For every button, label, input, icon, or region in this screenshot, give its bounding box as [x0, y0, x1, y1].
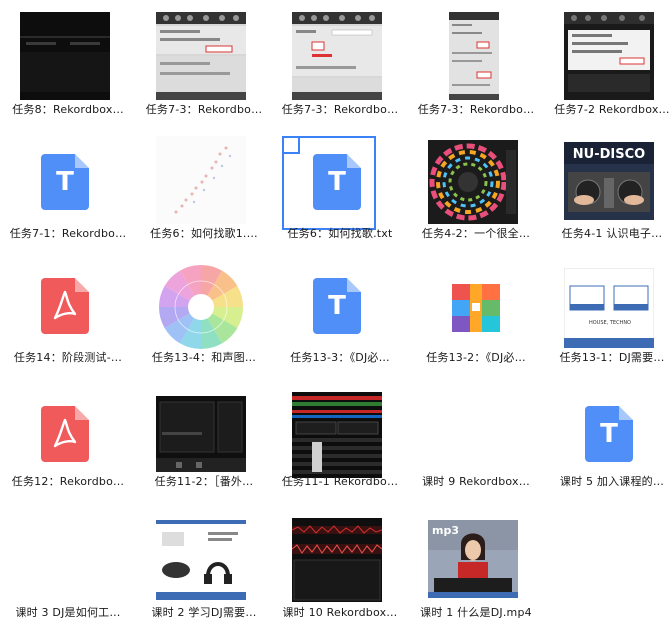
document-icon: T	[41, 154, 89, 210]
file-name: 课时 10 Rekordbox…	[282, 606, 398, 619]
file-name: 任务4-2：一个很全…	[421, 227, 531, 240]
file-grid: 任务8：Rekordbox… 任务7-3：Rekordbo… 任务7-3：Rek…	[0, 0, 669, 624]
file-name: 任务11-2：［番外…	[154, 475, 254, 488]
acrobat-icon	[53, 290, 77, 320]
archive-icon	[452, 284, 500, 332]
file-item[interactable]: 课时 3 DJ是如何工…	[0, 496, 136, 620]
file-thumbnail	[564, 12, 654, 100]
file-thumbnail	[156, 520, 246, 600]
thumbnail-image	[158, 264, 244, 350]
thumbnail-image	[428, 140, 518, 224]
file-item[interactable]: T 任务13-3：《DJ必…	[272, 248, 408, 372]
thumbnail-image: mp3	[428, 520, 518, 598]
file-name: 任务13-4：和声图…	[151, 351, 257, 364]
file-name: 任务4-1 认识电子…	[561, 227, 663, 240]
file-thumbnail	[156, 136, 246, 224]
file-name: 任务6：如何找歌1.…	[150, 227, 258, 240]
file-thumbnail	[156, 264, 246, 350]
file-name: 课时 1 什么是DJ.mp4	[420, 606, 532, 619]
file-item[interactable]: 任务7-3：Rekordbo…	[272, 0, 408, 124]
thumbnail-image	[156, 396, 246, 472]
thumbnail-image: HOUSE, TECHNO	[563, 267, 655, 349]
pdf-icon	[41, 406, 89, 462]
thumbnail-title: NU-DISCO	[573, 147, 645, 162]
file-item[interactable]: 课时 10 Rekordbox…	[272, 496, 408, 620]
file-name: 课时 3 DJ是如何工…	[15, 606, 121, 619]
file-thumbnail	[292, 392, 382, 478]
file-thumbnail	[291, 518, 383, 602]
file-name: 任务7-3：Rekordbo…	[281, 103, 399, 116]
file-item[interactable]: 任务13-2：《DJ必…	[408, 248, 544, 372]
pdf-icon	[41, 278, 89, 334]
file-thumbnail	[292, 12, 382, 100]
file-item[interactable]: 任务7-3：Rekordbo…	[136, 0, 272, 124]
file-name: 任务7-1：Rekordbo…	[9, 227, 127, 240]
file-item[interactable]: 任务13-4：和声图…	[136, 248, 272, 372]
file-item[interactable]: 任务7-3：Rekordbo…	[408, 0, 544, 124]
document-icon: T	[313, 278, 361, 334]
file-item[interactable]: 课时 2 学习DJ需要…	[136, 496, 272, 620]
file-thumbnail	[20, 12, 110, 100]
file-item[interactable]: 任务8：Rekordbox…	[0, 0, 136, 124]
thumbnail-image	[156, 12, 246, 100]
file-name: 课时 2 学习DJ需要…	[151, 606, 257, 619]
file-name: 任务14：阶段测试-…	[13, 351, 123, 364]
thumbnail-image	[292, 392, 382, 478]
file-name: 任务13-1：DJ需要…	[559, 351, 665, 364]
file-item[interactable]: NU-DISCO 任务4-1 认识电子…	[544, 124, 669, 248]
thumbnail-image	[564, 12, 654, 100]
file-name: 任务12：Rekordbo…	[11, 475, 125, 488]
file-name: 任务7-3：Rekordbo…	[417, 103, 535, 116]
thumbnail-image	[156, 136, 246, 224]
file-item[interactable]: mp3 课时 1 什么是DJ.mp4	[408, 496, 544, 620]
file-thumbnail: HOUSE, TECHNO	[563, 267, 655, 349]
file-item[interactable]: HOUSE, TECHNO 任务13-1：DJ需要…	[544, 248, 669, 372]
thumbnail-image	[449, 12, 499, 100]
file-name: 任务7-3：Rekordbo…	[145, 103, 263, 116]
file-item[interactable]: 任务4-2：一个很全…	[408, 124, 544, 248]
thumbnail-caption: HOUSE, TECHNO	[589, 320, 631, 326]
file-item[interactable]: T 任务6：如何找歌.txt	[272, 124, 408, 248]
file-item[interactable]: 课时 9 Rekordbox…	[408, 372, 544, 496]
thumbnail-title: mp3	[432, 524, 459, 537]
file-item[interactable]: 任务11-1 Rekordbo…	[272, 372, 408, 496]
file-item[interactable]: T 课时 5 加入课程的…	[544, 372, 669, 496]
document-icon: T	[313, 154, 361, 210]
file-name: 任务8：Rekordbox…	[12, 103, 124, 116]
thumbnail-image	[292, 12, 382, 100]
thumbnail-image	[291, 518, 383, 602]
file-name: 任务11-1 Rekordbo…	[281, 475, 399, 488]
file-thumbnail: mp3	[428, 520, 518, 598]
thumbnail-image: NU-DISCO	[564, 142, 654, 220]
thumbnail-image	[156, 520, 246, 600]
file-item[interactable]: 任务11-2：［番外…	[136, 372, 272, 496]
selection-checkbox[interactable]	[282, 136, 300, 154]
file-item[interactable]: T 任务7-1：Rekordbo…	[0, 124, 136, 248]
document-icon: T	[585, 406, 633, 462]
file-item[interactable]: 任务14：阶段测试-…	[0, 248, 136, 372]
file-thumbnail	[449, 12, 499, 100]
file-name: 课时 9 Rekordbox…	[422, 475, 530, 488]
file-item[interactable]: 任务6：如何找歌1.…	[136, 124, 272, 248]
file-name: 任务7-2 Rekordbox…	[554, 103, 669, 116]
file-name: 任务13-3：《DJ必…	[290, 351, 390, 364]
file-name: 任务13-2：《DJ必…	[426, 351, 526, 364]
file-name: 课时 5 加入课程的…	[559, 475, 665, 488]
file-thumbnail	[156, 396, 246, 472]
file-thumbnail	[156, 12, 246, 100]
thumbnail-image	[20, 12, 110, 100]
file-thumbnail	[428, 140, 518, 224]
file-thumbnail: NU-DISCO	[564, 142, 654, 220]
file-item[interactable]: 任务12：Rekordbo…	[0, 372, 136, 496]
file-item[interactable]: 任务7-2 Rekordbox…	[544, 0, 669, 124]
acrobat-icon	[53, 418, 77, 448]
file-name: 任务6：如何找歌.txt	[287, 227, 393, 240]
